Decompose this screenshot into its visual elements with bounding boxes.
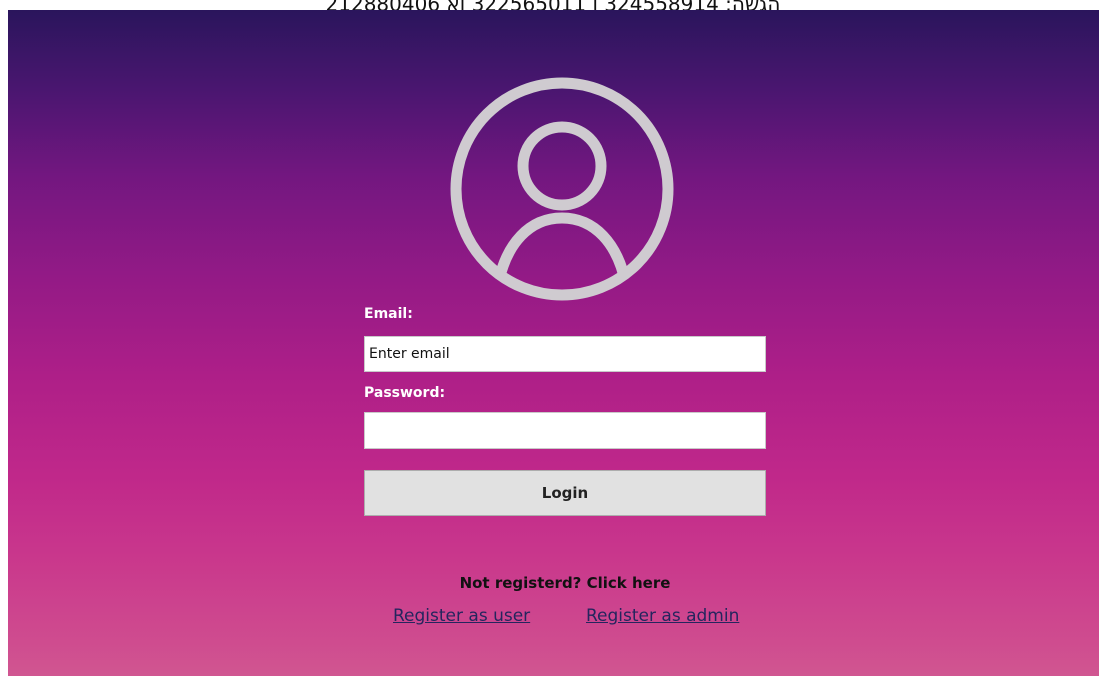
email-input[interactable]: [364, 336, 766, 372]
user-avatar-icon: [450, 77, 674, 301]
password-label: Password:: [364, 385, 446, 401]
register-prompt: Not registerd? Click here: [459, 574, 671, 592]
login-button[interactable]: Login: [364, 470, 766, 516]
register-as-user-link[interactable]: Register as user: [393, 606, 530, 626]
register-as-admin-link[interactable]: Register as admin: [586, 606, 739, 626]
email-label: Email:: [364, 306, 413, 322]
login-window: Email: Password: Login Not registerd? Cl…: [8, 10, 1099, 676]
password-input[interactable]: [364, 412, 766, 449]
